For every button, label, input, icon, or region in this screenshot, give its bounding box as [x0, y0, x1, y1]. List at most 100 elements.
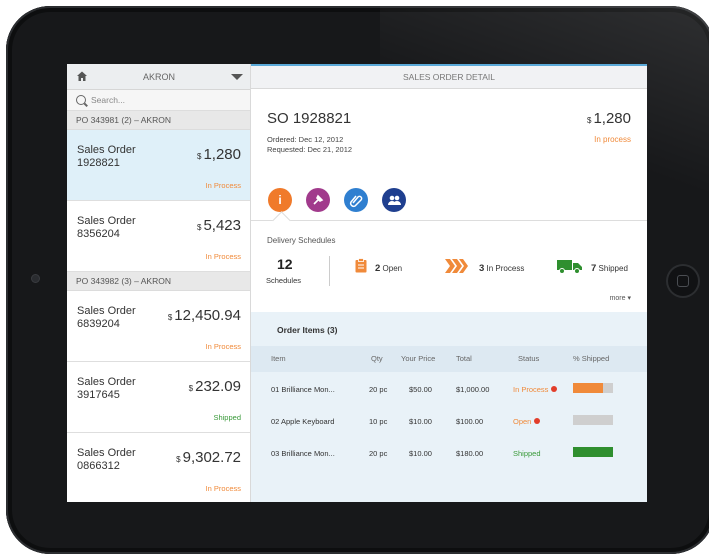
currency-symbol: $ [188, 384, 194, 393]
in-process-count: 3 [479, 263, 485, 274]
shipped-label: Shipped [598, 264, 628, 273]
sales-order-item[interactable]: Sales Order 3917645 $232.09 Shipped [67, 362, 250, 433]
more-link[interactable]: more ▾ [610, 294, 631, 302]
open-stat[interactable]: 2 Open [375, 263, 402, 274]
delivery-schedules-label: Delivery Schedules [267, 236, 336, 245]
so-amount-value: 1,280 [593, 110, 631, 127]
item-item: 01 Brilliance Mon... [271, 385, 335, 394]
sales-order-item[interactable]: Sales Order 0866312 $9,302.72 In Process [67, 433, 250, 502]
currency-symbol: $ [176, 455, 181, 464]
store-selector[interactable]: AKRON [67, 64, 250, 90]
column-header: Total [456, 354, 472, 363]
order-amount: $5,423 [197, 217, 241, 234]
shipped-progress-bar [573, 415, 613, 425]
order-status: In Process [205, 342, 241, 351]
order-dates: Ordered: Dec 12, 2012 Requested: Dec 21,… [267, 135, 352, 155]
clock-icon [534, 418, 541, 425]
order-amount: $1,280 [197, 146, 241, 163]
schedules-count: 12 [277, 256, 293, 272]
order-number: 6839204 [77, 318, 120, 330]
order-items-header: Item Qty Your Price Total Status % Shipped [251, 346, 647, 372]
po-group-header: PO 343981 (2) – AKRON [67, 111, 250, 130]
order-title: Sales Order 3917645 [77, 376, 157, 402]
po-group-header: PO 343982 (3) – AKRON [67, 272, 250, 291]
order-items-label: Order Items [277, 325, 325, 335]
order-title: Sales Order 1928821 [77, 144, 157, 170]
so-number: SO 1928821 [267, 110, 352, 127]
item-item: 03 Brilliance Mon... [271, 449, 335, 458]
order-type: Sales Order [77, 215, 136, 227]
open-count: 2 [375, 263, 381, 274]
store-name: AKRON [143, 72, 176, 82]
camera [32, 275, 39, 282]
order-amount-value: 9,302.72 [182, 449, 241, 466]
item-status: In Process [513, 385, 558, 394]
currency-symbol: $ [197, 223, 202, 232]
home-icon[interactable] [76, 70, 88, 82]
order-items-title: Order Items (3) [277, 325, 337, 335]
order-type: Sales Order [77, 447, 136, 459]
order-item-row[interactable]: 03 Brilliance Mon... 20 pc $10.00 $180.00 Sh… [251, 440, 647, 466]
requested-date: Requested: Dec 21, 2012 [267, 145, 353, 154]
order-amount-value: 232.09 [195, 378, 241, 395]
order-amount-value: 5,423 [203, 217, 241, 234]
order-amount-value: 1,280 [203, 146, 241, 163]
shipped-progress-bar [573, 383, 613, 393]
sales-order-item[interactable]: Sales Order 8356204 $5,423 In Process [67, 201, 250, 272]
column-header: Qty [371, 354, 383, 363]
order-type: Sales Order [77, 144, 136, 156]
item-total: $1,000.00 [456, 385, 490, 394]
so-status: In process [594, 135, 631, 144]
currency-symbol: $ [167, 313, 173, 322]
sales-order-item[interactable]: Sales Order 1928821 $1,280 In Process [67, 130, 250, 201]
order-item-row[interactable]: 02 Apple Keyboard 10 pc $10.00 $100.00 Open [251, 408, 647, 434]
item-qty: 10 pc [369, 417, 388, 426]
column-header: Item [271, 354, 286, 363]
sales-order-item[interactable]: Sales Order 6839204 $12,450.94 In Process [67, 291, 250, 362]
ordered-date: Ordered: Dec 12, 2012 [267, 135, 344, 144]
people-icon[interactable] [382, 188, 406, 212]
clock-icon [551, 386, 558, 393]
order-type: Sales Order [77, 305, 136, 317]
order-amount: $232.09 [189, 378, 241, 395]
so-amount: $1,280 [587, 110, 631, 127]
search-placeholder: Search... [91, 95, 126, 105]
pin-icon[interactable] [306, 188, 330, 212]
attachment-icon[interactable] [344, 188, 368, 212]
order-title: Sales Order 8356204 [77, 215, 157, 241]
open-label: Open [382, 264, 403, 273]
home-button[interactable] [668, 266, 698, 296]
order-status: Shipped [213, 413, 241, 422]
in-process-chevrons-icon [445, 259, 468, 273]
tab-divider [251, 220, 647, 221]
order-item-row[interactable]: 01 Brilliance Mon... 20 pc $50.00 $1,000.00… [251, 376, 647, 402]
item-price: $10.00 [409, 417, 432, 426]
order-number: 1928821 [77, 157, 120, 169]
item-price: $10.00 [409, 449, 432, 458]
dropdown-arrow-icon[interactable] [231, 74, 243, 80]
shipped-count: 7 [591, 263, 597, 274]
order-status: In Process [205, 181, 241, 190]
divider [329, 256, 330, 286]
info-icon[interactable]: i [268, 188, 292, 212]
column-header: Your Price [401, 354, 436, 363]
order-amount: $12,450.94 [168, 307, 241, 324]
item-status-label: In Process [513, 385, 549, 394]
schedules-label: Schedules [266, 276, 302, 285]
shipped-stat[interactable]: 7 Shipped [591, 263, 628, 274]
search-input[interactable]: Search... [67, 90, 250, 111]
shipped-progress-fill [573, 383, 603, 393]
order-amount: $9,302.72 [176, 449, 241, 466]
order-number: 8356204 [77, 228, 120, 240]
search-icon [76, 95, 86, 105]
app-screen: AKRON Search... PO 343981 (2) – AKRON Sal… [67, 64, 647, 502]
item-price: $50.00 [409, 385, 432, 394]
active-tab-indicator [272, 211, 291, 230]
in-process-label: In Process [486, 264, 525, 273]
sales-order-detail: SALES ORDER DETAIL SO 1928821 $1,280 Ord… [251, 64, 647, 502]
order-status: In Process [205, 484, 241, 493]
item-status-label: Shipped [513, 449, 541, 458]
order-title: Sales Order 6839204 [77, 305, 157, 331]
in-process-stat[interactable]: 3 In Process [479, 263, 524, 274]
item-total: $100.00 [456, 417, 484, 426]
